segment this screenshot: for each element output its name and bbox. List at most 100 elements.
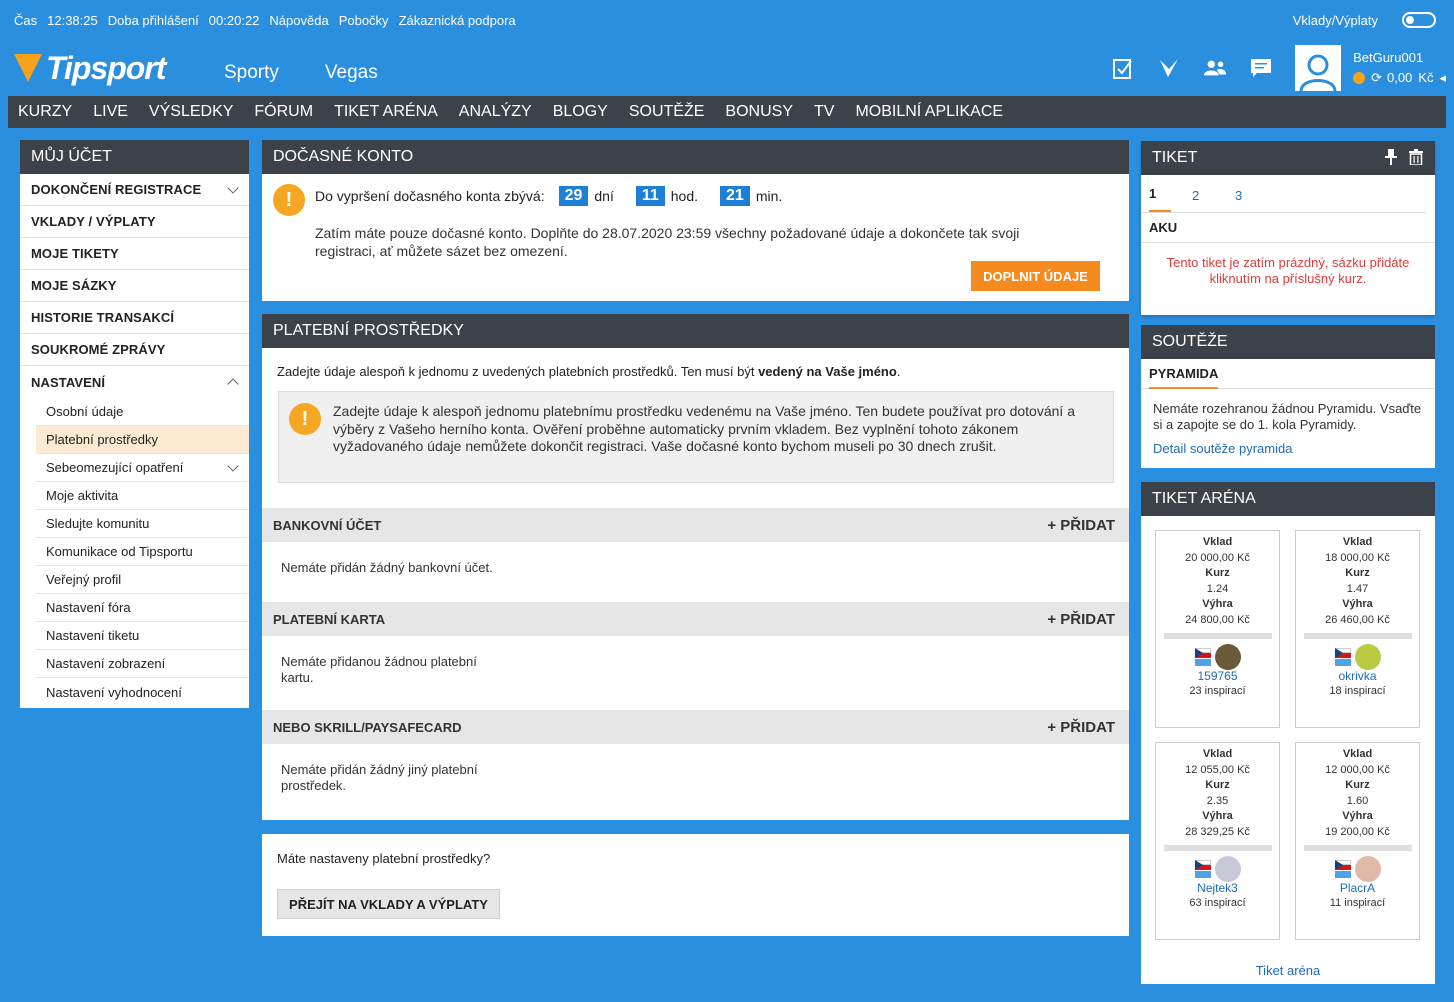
contests-panel: SOUTĚŽE PYRAMIDA Nemáte rozehranou žádno… (1141, 325, 1435, 468)
inspirations-count: 18 inspirací (1329, 685, 1386, 698)
navbar-item-6[interactable]: BLOGY (553, 103, 608, 121)
navbar-item-5[interactable]: ANALÝZY (459, 103, 532, 121)
ticket-check-icon[interactable] (1111, 56, 1135, 80)
menu-settings[interactable]: NASTAVENÍ (20, 366, 249, 398)
top-info-bar: Čas 12:38:25 Doba přihlášení 00:20:22 Ná… (0, 0, 1454, 40)
navbar-item-2[interactable]: VÝSLEDKY (149, 103, 233, 121)
ticket-tab-3[interactable]: 3 (1235, 188, 1278, 212)
win-label: Výhra (1202, 810, 1233, 823)
tips-icon[interactable] (1157, 56, 1181, 80)
deposits-toggle[interactable] (1402, 12, 1436, 28)
chevron-down-icon (227, 460, 239, 472)
settings-communication[interactable]: Komunikace od Tipsportu (36, 538, 249, 566)
pyramid-detail-link[interactable]: Detail soutěže pyramida (1141, 441, 1435, 456)
navbar-item-8[interactable]: BONUSY (725, 103, 793, 121)
navbar-item-10[interactable]: MOBILNÍ APLIKACE (855, 103, 1003, 121)
inspirations-count: 63 inspirací (1189, 897, 1246, 910)
navbar-item-3[interactable]: FÓRUM (254, 103, 313, 121)
user-photo[interactable] (1354, 643, 1381, 670)
user-photo[interactable] (1214, 643, 1241, 670)
complete-data-button[interactable]: DOPLNIT ÚDAJE (971, 261, 1100, 291)
help-link[interactable]: Nápověda (269, 13, 328, 28)
settings-forum[interactable]: Nastavení fóra (36, 594, 249, 622)
trash-icon[interactable] (1409, 149, 1423, 170)
ticket-panel: TIKET 1 2 3 AKU Tento tiket je zatím prá… (1141, 141, 1435, 315)
win-value: 24 800,00 Kč (1185, 613, 1250, 626)
chevron-up-icon (227, 378, 239, 390)
arena-ticket-card[interactable]: Vklad 12 000,00 Kč Kurz 1.60 Výhra 19 200,00 … (1295, 742, 1420, 940)
navbar-item-7[interactable]: SOUTĚŽE (629, 103, 705, 121)
ticket-type: AKU (1141, 213, 1435, 243)
user-info[interactable]: BetGuru001 ⟳ 0,00 Kč ◂ (1353, 48, 1446, 88)
account-menu-title: MŮJ ÚČET (20, 140, 249, 174)
menu-transaction-history[interactable]: HISTORIE TRANSAKCÍ (20, 302, 249, 334)
arena-ticket-card[interactable]: Vklad 18 000,00 Kč Kurz 1.47 Výhra 26 460,00 … (1295, 530, 1420, 728)
navbar-item-9[interactable]: TV (814, 103, 834, 121)
navbar-item-0[interactable]: KURZY (18, 103, 72, 121)
settings-public-profile[interactable]: Veřejný profil (36, 566, 249, 594)
branches-link[interactable]: Pobočky (339, 13, 389, 28)
go-to-deposits-button[interactable]: PŘEJÍT NA VKLADY A VÝPLATY (277, 889, 500, 919)
contest-tab-pyramid[interactable]: PYRAMIDA (1149, 366, 1219, 389)
menu-my-tickets[interactable]: MOJE TIKETY (20, 238, 249, 270)
settings-payment-methods[interactable]: Platební prostředky (36, 426, 249, 454)
community-icon[interactable] (1203, 56, 1227, 80)
odds-label: Kurz (1345, 779, 1370, 792)
refresh-icon[interactable]: ⟳ (1371, 68, 1382, 88)
caret-left-icon[interactable]: ◂ (1439, 68, 1446, 88)
inspirations-count: 23 inspirací (1189, 685, 1246, 698)
arena-username[interactable]: PlacrA (1296, 881, 1419, 897)
account-menu: MŮJ ÚČET DOKONČENÍ REGISTRACE VKLADY / V… (20, 140, 249, 708)
cz-flag-icon (1194, 647, 1211, 666)
navbar-item-4[interactable]: TIKET ARÉNA (334, 103, 438, 121)
time-label: Čas (14, 12, 38, 28)
settings-my-activity[interactable]: Moje aktivita (36, 482, 249, 510)
user-avatar[interactable] (1295, 45, 1342, 91)
arena-username[interactable]: okrivka (1296, 669, 1419, 685)
card-divider (1163, 632, 1272, 639)
temporary-account-text: Zatím máte pouze dočasné konto. Doplňte … (315, 225, 1020, 259)
pin-icon[interactable] (1385, 149, 1397, 170)
navbar-item-1[interactable]: LIVE (93, 103, 128, 121)
menu-private-messages[interactable]: SOUKROMÉ ZPRÁVY (20, 334, 249, 366)
win-label: Výhra (1202, 598, 1233, 611)
ticket-arena-link[interactable]: Tiket aréna (1141, 963, 1435, 978)
settings-self-limitation[interactable]: Sebeomezující opatření (36, 454, 249, 482)
arena-username[interactable]: 159765 (1156, 669, 1279, 685)
ticket-tab-2[interactable]: 2 (1192, 188, 1235, 212)
nav-sports[interactable]: Sporty (224, 62, 279, 84)
arena-ticket-card[interactable]: Vklad 20 000,00 Kč Kurz 1.24 Výhra 24 800,00 … (1155, 530, 1280, 728)
odds-label: Kurz (1205, 567, 1230, 580)
arena-ticket-card[interactable]: Vklad 12 055,00 Kč Kurz 2.35 Výhra 28 329,25 … (1155, 742, 1280, 940)
menu-my-bets[interactable]: MOJE SÁZKY (20, 270, 249, 302)
support-link[interactable]: Zákaznická podpora (399, 13, 516, 28)
payment-warning-text: Zadejte údaje k alespoň jednomu platební… (333, 403, 1075, 454)
cz-flag-icon (1334, 859, 1351, 878)
ticket-tab-1[interactable]: 1 (1149, 186, 1171, 212)
messages-icon[interactable] (1249, 56, 1273, 80)
nav-vegas[interactable]: Vegas (325, 62, 378, 84)
stake-value: 12 055,00 Kč (1185, 763, 1250, 776)
settings-personal-data[interactable]: Osobní údaje (36, 398, 249, 426)
bank-account-empty: Nemáte přidán žádný bankovní účet. (281, 560, 493, 575)
ticket-arena-panel: TIKET ARÉNA Vklad 20 000,00 Kč Kurz 1.24 Výh… (1141, 482, 1435, 984)
tipsport-logo[interactable]: Tipsport (14, 50, 214, 87)
add-payment-card-button[interactable]: + PŘIDAT (1047, 611, 1115, 628)
other-methods-empty: Nemáte přidán žádný jiný platební prostř… (281, 762, 478, 793)
bank-account-section: BANKOVNÍ ÚČET + PŘIDAT (262, 508, 1129, 542)
menu-complete-registration[interactable]: DOKONČENÍ REGISTRACE (20, 174, 249, 206)
win-value: 28 329,25 Kč (1185, 825, 1250, 838)
settings-ticket[interactable]: Nastavení tiketu (36, 622, 249, 650)
payment-settings-box: Máte nastaveny platební prostředky? PŘEJ… (262, 834, 1129, 936)
settings-display[interactable]: Nastavení zobrazení (36, 650, 249, 678)
win-label: Výhra (1342, 598, 1373, 611)
add-other-method-button[interactable]: + PŘIDAT (1047, 719, 1115, 736)
countdown-hours: 11 (635, 186, 665, 206)
settings-evaluation[interactable]: Nastavení vyhodnocení (36, 678, 249, 706)
add-bank-account-button[interactable]: + PŘIDAT (1047, 517, 1115, 534)
arena-username[interactable]: Nejtek3 (1156, 881, 1279, 897)
user-photo[interactable] (1354, 855, 1381, 882)
menu-deposits-withdrawals[interactable]: VKLADY / VÝPLATY (20, 206, 249, 238)
settings-follow-community[interactable]: Sledujte komunitu (36, 510, 249, 538)
user-photo[interactable] (1214, 855, 1241, 882)
